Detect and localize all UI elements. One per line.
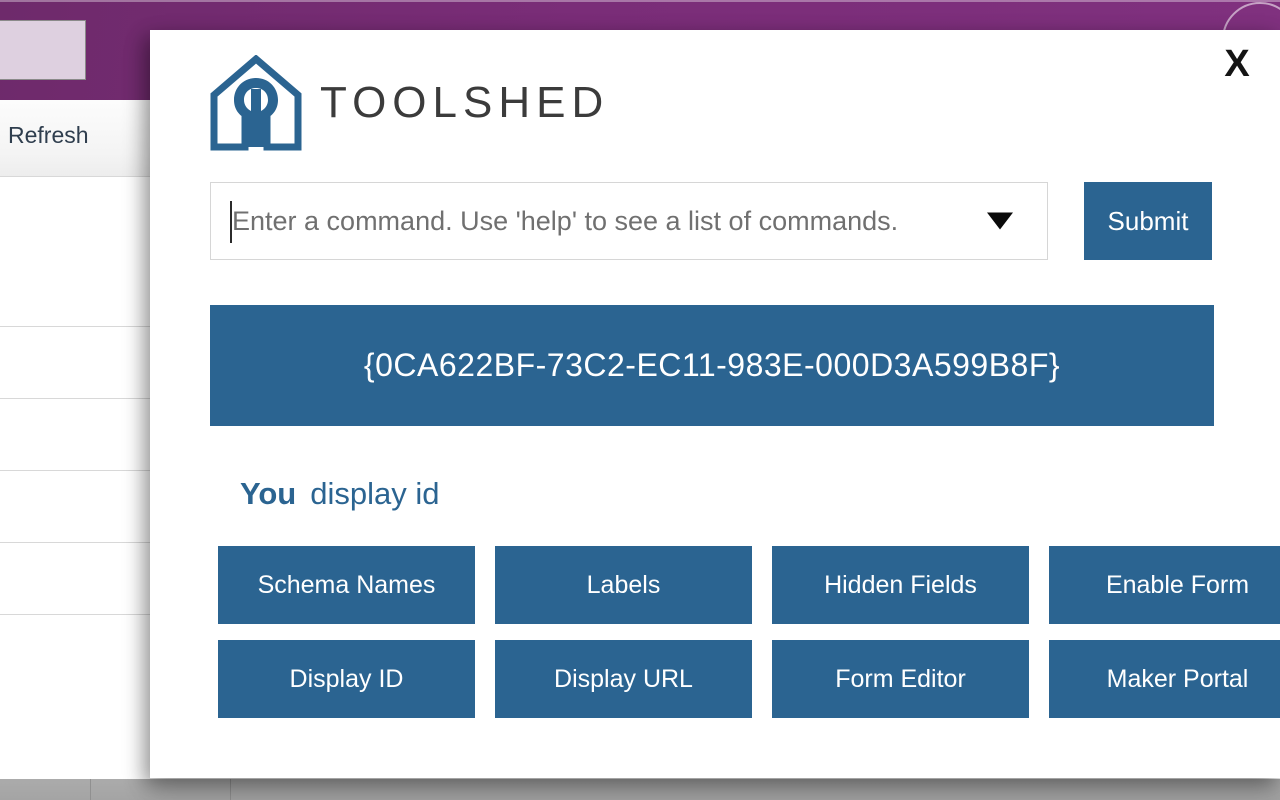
toolshed-dialog: X TOOLSHED Submit	[150, 30, 1280, 778]
command-input-wrapper[interactable]	[210, 182, 1048, 260]
text-cursor	[230, 201, 232, 243]
screen: Refresh X TOOLSHED	[0, 0, 1280, 800]
quick-action-display-id[interactable]: Display ID	[218, 640, 475, 718]
command-row: Submit	[210, 182, 1280, 260]
chevron-down-icon[interactable]	[987, 213, 1013, 230]
toolshed-house-wrench-logo	[210, 55, 302, 151]
app-status-strip	[0, 779, 1280, 800]
echo-command-text: display id	[310, 476, 439, 512]
quick-action-maker-portal[interactable]: Maker Portal	[1049, 640, 1280, 718]
echo-actor-label: You	[240, 476, 296, 512]
header-top-highlight	[0, 0, 1280, 2]
quick-action-grid: Schema NamesLabelsHidden FieldsEnable Fo…	[218, 546, 1266, 718]
quick-action-labels[interactable]: Labels	[495, 546, 752, 624]
quick-action-enable-form[interactable]: Enable Form	[1049, 546, 1280, 624]
command-input[interactable]	[211, 183, 1047, 259]
refresh-command-label: Refresh	[8, 122, 89, 149]
brand-header: TOOLSHED	[210, 48, 1280, 158]
quick-action-schema-names[interactable]: Schema Names	[218, 546, 475, 624]
quick-action-form-editor[interactable]: Form Editor	[772, 640, 1029, 718]
refresh-command[interactable]: Refresh	[0, 122, 89, 149]
brand-name: TOOLSHED	[320, 78, 609, 128]
dialog-body: TOOLSHED Submit {0CA622BF-73C2-EC11-983E…	[210, 48, 1280, 778]
result-banner[interactable]: {0CA622BF-73C2-EC11-983E-000D3A599B8F}	[210, 305, 1214, 426]
submit-button[interactable]: Submit	[1084, 182, 1212, 260]
header-tab-box[interactable]	[0, 20, 86, 80]
command-echo-line: You display id	[240, 476, 1280, 512]
quick-action-display-url[interactable]: Display URL	[495, 640, 752, 718]
status-strip-divider	[230, 779, 231, 800]
quick-action-hidden-fields[interactable]: Hidden Fields	[772, 546, 1029, 624]
status-strip-divider	[90, 779, 91, 800]
